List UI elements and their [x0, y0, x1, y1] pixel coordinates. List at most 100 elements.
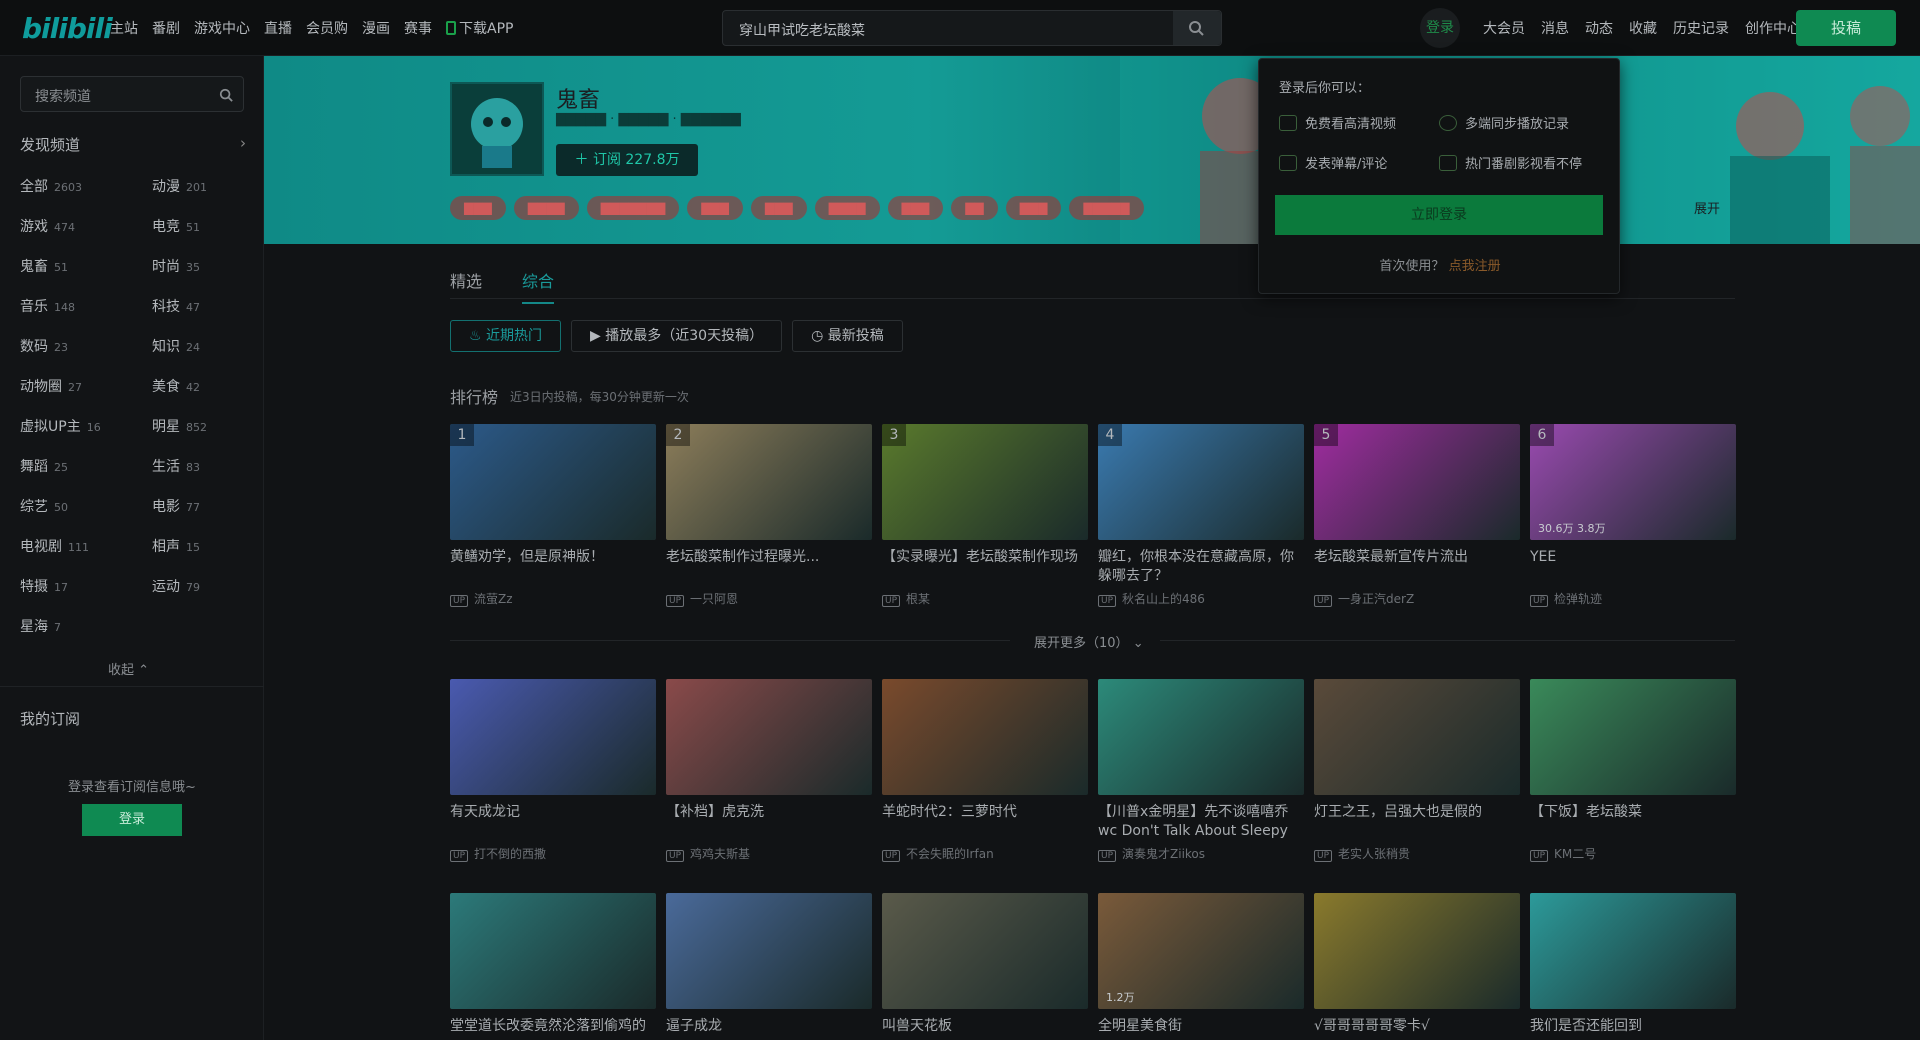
sidebar-channel-item[interactable]: 舞蹈 25	[20, 456, 130, 476]
video-thumbnail[interactable]	[666, 893, 872, 1009]
uploader[interactable]: UP 一只阿恩	[666, 590, 872, 607]
uploader[interactable]: UP 打不倒的西撒	[450, 845, 656, 862]
channel-tag[interactable]: ▇▇▇	[687, 196, 743, 220]
channel-tag[interactable]: ▇▇▇	[887, 196, 944, 220]
video-thumbnail[interactable]	[666, 679, 872, 795]
popup-login-button[interactable]: 立即登录	[1275, 195, 1603, 235]
nav-messages[interactable]: 消息	[1541, 18, 1569, 38]
sidebar-channel-item[interactable]: 美食 42	[152, 376, 262, 396]
sidebar-channel-item[interactable]: 虚拟UP主 16	[20, 416, 130, 436]
channel-tag[interactable]: ▇▇▇	[1005, 196, 1062, 220]
video-thumbnail[interactable]: 6 30.6万 3.8万	[1530, 424, 1736, 540]
filter-recent-hot[interactable]: ♨ 近期热门	[450, 320, 562, 352]
video-title[interactable]: 【补档】虎克洗	[666, 803, 872, 841]
filter-most-played[interactable]: ▶ 播放最多（近30天投稿）	[571, 320, 783, 352]
sidebar-channel-item[interactable]: 科技 47	[152, 296, 262, 316]
nav-dynamic[interactable]: 动态	[1585, 18, 1613, 38]
video-card[interactable]: 4 瓣红，你根本没在意藏高原，你躲哪去了？ UP 秋名山上的486	[1098, 424, 1304, 607]
video-card[interactable]: 我们是否还能回到	[1530, 893, 1736, 1040]
nav-download-app[interactable]: 下载APP	[446, 18, 513, 38]
video-title[interactable]: 【川普x金明星】先不谈嘻嘻乔wc Don't Talk About Sleepy…	[1098, 803, 1304, 841]
search-button[interactable]	[1173, 11, 1221, 45]
collapse-button[interactable]: 收起 ⌃	[108, 659, 149, 678]
register-link[interactable]: 点我注册	[1449, 259, 1501, 274]
sidebar-channel-item[interactable]: 动漫 201	[152, 176, 262, 196]
video-thumbnail[interactable]	[1530, 893, 1736, 1009]
nav-mall[interactable]: 会员购	[306, 18, 348, 38]
subscribe-button[interactable]: ＋ 订阅 227.8万	[556, 144, 698, 176]
uploader[interactable]: UP 检弹轨迹	[1530, 590, 1736, 607]
sidebar-channel-item[interactable]: 全部 2603	[20, 176, 130, 196]
channel-tag[interactable]: ▇▇▇	[450, 196, 506, 220]
sidebar-channel-item[interactable]: 音乐 148	[20, 296, 130, 316]
channel-search-input[interactable]: 搜索频道	[20, 76, 244, 112]
video-card[interactable]: √哥哥哥哥哥零卡√	[1314, 893, 1520, 1040]
video-title[interactable]: 羊蛇时代2：三萝时代	[882, 803, 1088, 841]
sidebar-channel-item[interactable]: 综艺 50	[20, 496, 130, 516]
search-bar[interactable]: 穿山甲试吃老坛酸菜	[722, 10, 1222, 46]
video-card[interactable]: 【下饭】老坛酸菜 UP KM二号	[1530, 679, 1736, 862]
video-card[interactable]: 叫兽天花板	[882, 893, 1088, 1040]
video-card[interactable]: 3 【实录曝光】老坛酸菜制作现场 UP 根某	[882, 424, 1088, 607]
expand-more-button[interactable]: 展开更多（10） ⌄	[1034, 632, 1144, 651]
sidebar-channel-item[interactable]: 特摄 17	[20, 576, 130, 596]
video-thumbnail[interactable]	[1530, 679, 1736, 795]
nav-bangumi[interactable]: 番剧	[152, 18, 180, 38]
video-title[interactable]: 【实录曝光】老坛酸菜制作现场	[882, 548, 1088, 586]
bilibili-logo[interactable]: bilibili	[22, 12, 113, 45]
video-thumbnail[interactable]	[882, 679, 1088, 795]
sidebar-channel-item[interactable]: 知识 24	[152, 336, 262, 356]
sidebar-channel-item[interactable]: 运动 79	[152, 576, 262, 596]
video-thumbnail[interactable]	[450, 893, 656, 1009]
video-title[interactable]: 全明星美食街	[1098, 1017, 1304, 1040]
uploader[interactable]: UP 鸡鸡夫斯基	[666, 845, 872, 862]
sidebar-channel-item[interactable]: 电竞 51	[152, 216, 262, 236]
nav-game[interactable]: 游戏中心	[194, 18, 250, 38]
filter-latest[interactable]: ◷ 最新投稿	[792, 320, 903, 352]
login-avatar-button[interactable]: 登录	[1420, 8, 1460, 48]
sidebar-channel-item[interactable]: 鬼畜 51	[20, 256, 130, 276]
sidebar-channel-item[interactable]: 相声 15	[152, 536, 262, 556]
video-card[interactable]: 【补档】虎克洗 UP 鸡鸡夫斯基	[666, 679, 872, 862]
video-title[interactable]: 叫兽天花板	[882, 1017, 1088, 1040]
video-card[interactable]: 灯王之王，吕强大也是假的 UP 老实人张稍贵	[1314, 679, 1520, 862]
video-title[interactable]: 【下饭】老坛酸菜	[1530, 803, 1736, 841]
uploader[interactable]: UP 根某	[882, 590, 1088, 607]
upload-button[interactable]: 投稿	[1796, 10, 1896, 46]
video-title[interactable]: 我们是否还能回到	[1530, 1017, 1736, 1040]
video-title[interactable]: 堂堂道长改委竟然沦落到偷鸡的	[450, 1017, 656, 1040]
expand-tags-button[interactable]: 展开	[1694, 198, 1720, 217]
nav-history[interactable]: 历史记录	[1673, 18, 1729, 38]
sidebar-channel-item[interactable]: 数码 23	[20, 336, 130, 356]
video-thumbnail[interactable]: 3	[882, 424, 1088, 540]
sidebar-channel-item[interactable]: 电影 77	[152, 496, 262, 516]
nav-vip[interactable]: 大会员	[1483, 18, 1525, 38]
channel-tag[interactable]: ▇▇▇▇	[814, 196, 880, 220]
video-title[interactable]: YEE	[1530, 548, 1736, 586]
video-card[interactable]: 1.2万全明星美食街	[1098, 893, 1304, 1040]
video-thumbnail[interactable]: 2	[666, 424, 872, 540]
uploader[interactable]: UP 老实人张稍贵	[1314, 845, 1520, 862]
video-thumbnail[interactable]: 1.2万	[1098, 893, 1304, 1009]
uploader[interactable]: UP 不会失眠的Irfan	[882, 845, 1088, 862]
uploader[interactable]: UP KM二号	[1530, 845, 1736, 862]
channel-tag[interactable]: ▇▇▇▇▇▇▇	[586, 196, 680, 220]
nav-manga[interactable]: 漫画	[362, 18, 390, 38]
search-input[interactable]: 穿山甲试吃老坛酸菜	[739, 20, 865, 40]
uploader[interactable]: UP 流萤Zz	[450, 590, 656, 607]
video-card[interactable]: 羊蛇时代2：三萝时代 UP 不会失眠的Irfan	[882, 679, 1088, 862]
channel-tag[interactable]: ▇▇▇	[750, 196, 807, 220]
sidebar-channel-item[interactable]: 明星 852	[152, 416, 262, 436]
video-title[interactable]: 老坛酸菜最新宣传片流出	[1314, 548, 1520, 586]
uploader[interactable]: UP 演奏鬼才Ziikos	[1098, 845, 1304, 862]
sidebar-login-button[interactable]: 登录	[82, 804, 182, 836]
video-card[interactable]: 1 黄鳝劝学，但是原神版！ UP 流萤Zz	[450, 424, 656, 607]
uploader[interactable]: UP 秋名山上的486	[1098, 590, 1304, 607]
video-thumbnail[interactable]	[1098, 679, 1304, 795]
sidebar-channel-item[interactable]: 电视剧 111	[20, 536, 130, 556]
video-title[interactable]: 灯王之王，吕强大也是假的	[1314, 803, 1520, 841]
nav-creator[interactable]: 创作中心	[1745, 18, 1801, 38]
video-thumbnail[interactable]: 4	[1098, 424, 1304, 540]
video-title[interactable]: 老坛酸菜制作过程曝光...	[666, 548, 872, 586]
discover-channels[interactable]: 发现频道 ›	[20, 134, 246, 155]
